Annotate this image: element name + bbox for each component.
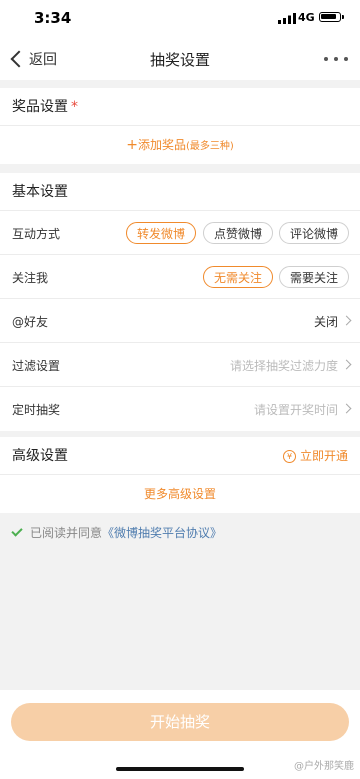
agreement-prefix: 已阅读并同意 [30,526,103,540]
interaction-option-like[interactable]: 点赞微博 [203,222,273,244]
dot-icon [324,57,328,61]
mention-row[interactable]: @好友 关闭 [0,299,360,343]
basic-section: 基本设置 互动方式 转发微博 点赞微博 评论微博 关注我 无需关注 需要关注 @… [0,173,360,431]
signal-icon [278,13,296,24]
timer-placeholder: 请设置开奖时间 [253,403,338,417]
prize-header: 奖品设置 * [0,88,360,126]
filter-row[interactable]: 过滤设置 请选择抽奖过滤力度 [0,343,360,387]
page-title: 抽奖设置 [149,51,210,69]
dot-icon [334,57,338,61]
chevron-right-icon [341,359,352,370]
agreement: 已阅读并同意 《微博抽奖平台协议》 [11,524,222,541]
home-indicator [116,767,244,771]
timer-label: 定时抽奖 [12,403,61,417]
open-now-button[interactable]: ¥ 立即开通 [282,437,348,475]
add-prize-button[interactable]: +添加奖品(最多三种) [0,126,360,164]
plus-icon: + [126,137,138,153]
yen-icon: ¥ [282,449,296,463]
interaction-option-comment[interactable]: 评论微博 [279,222,349,244]
advanced-title: 高级设置 [12,448,68,464]
dot-icon [344,57,348,61]
add-prize-label: 添加奖品 [137,138,186,152]
follow-option-none[interactable]: 无需关注 [203,266,273,288]
agreement-link[interactable]: 《微博抽奖平台协议》 [102,524,222,541]
prize-section: 奖品设置 * +添加奖品(最多三种) [0,88,360,164]
nav-bar: 返回 抽奖设置 [0,38,360,80]
status-bar: 3:34 4G [0,0,360,38]
basic-header: 基本设置 [0,173,360,211]
add-prize-hint: (最多三种) [185,141,234,152]
chevron-right-icon [341,315,352,326]
follow-row: 关注我 无需关注 需要关注 [0,255,360,299]
timer-row[interactable]: 定时抽奖 请设置开奖时间 [0,387,360,431]
network-label: 4G [298,11,315,24]
more-button[interactable] [324,49,348,69]
interaction-label: 互动方式 [12,227,61,241]
interaction-row: 互动方式 转发微博 点赞微博 评论微博 [0,211,360,255]
start-lottery-button[interactable]: 开始抽奖 [11,703,349,741]
battery-icon [319,12,344,22]
bottom-bar: 开始抽奖 @户外那笑鹿 [0,690,360,779]
filter-label: 过滤设置 [12,359,61,373]
advanced-header: 高级设置 ¥ 立即开通 [0,437,360,475]
follow-label: 关注我 [12,271,49,285]
checkmark-icon[interactable] [11,525,23,537]
mention-value: 关闭 [313,315,338,329]
advanced-section: 高级设置 ¥ 立即开通 更多高级设置 [0,437,360,513]
chevron-right-icon [341,403,352,414]
follow-option-required[interactable]: 需要关注 [279,266,349,288]
filter-placeholder: 请选择抽奖过滤力度 [229,359,338,373]
prize-title: 奖品设置 [12,99,68,115]
status-time: 3:34 [34,9,72,27]
required-mark: * [71,99,78,115]
interaction-option-repost[interactable]: 转发微博 [126,222,196,244]
watermark: @户外那笑鹿 [294,761,354,772]
mention-label: @好友 [12,315,49,329]
open-now-label: 立即开通 [299,449,348,463]
more-advanced-button[interactable]: 更多高级设置 [0,475,360,513]
